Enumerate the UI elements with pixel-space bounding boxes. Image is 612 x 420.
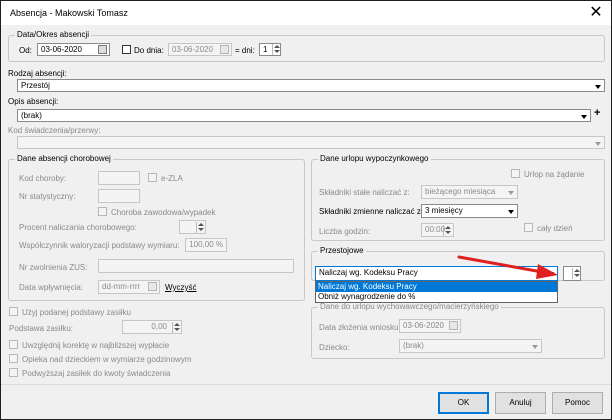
variable-components-label: Składniki zmienne naliczać z: <box>319 207 424 216</box>
request-date-label: Data złożenia wniosku: <box>319 323 401 332</box>
days-value: 1 <box>263 45 268 54</box>
base-amount-value: 0,00 <box>151 322 167 331</box>
indexation-value: 100,00 % <box>189 240 223 249</box>
from-date-value: 03-06-2020 <box>41 45 82 54</box>
fixed-components-select[interactable]: bieżącego miesiąca <box>421 185 518 199</box>
occupational-label: Choroba zawodowa/wypadek <box>111 208 216 217</box>
calendar-icon-disabled <box>220 45 229 54</box>
variable-components-value: 3 miesięcy <box>425 206 463 215</box>
description-label: Opis absencji: <box>8 97 59 106</box>
to-date-value: 03-06-2020 <box>172 45 213 54</box>
chevron-down-icon <box>581 115 587 119</box>
stat-number-label: Nr statystyczny: <box>19 192 76 201</box>
benefit-code-label: Kod świadczenia/przerwy: <box>8 126 101 135</box>
downtime-value: Naliczaj wg. Kodeksu Pracy <box>319 268 418 277</box>
childcare-group-label: Dane do urlopu wychowawczego/macierzyńsk… <box>318 302 501 311</box>
chevron-down-icon <box>532 345 538 349</box>
base-amount-label: Podstawa zasiłku: <box>9 324 74 333</box>
days-label: = dni: <box>235 46 255 55</box>
payment-date-label: Data wpływnięcia: <box>19 283 84 292</box>
cancel-button[interactable]: Anuluj <box>495 392 546 414</box>
disease-code-label: Kod choroby: <box>19 174 67 183</box>
sick-percent-spinner[interactable] <box>196 222 204 233</box>
on-demand-checkbox[interactable] <box>511 169 520 178</box>
chevron-down-icon <box>508 191 514 195</box>
base-amount-spinner[interactable] <box>172 322 180 333</box>
chevron-down-icon <box>595 85 601 89</box>
raise-allowance-checkbox[interactable] <box>9 368 18 377</box>
description-value: (brak) <box>21 111 42 120</box>
type-select[interactable]: Przestój <box>17 79 605 92</box>
zus-number-label: Nr zwolnienia ZUS: <box>19 263 88 272</box>
variable-components-select[interactable]: 3 miesięcy <box>421 204 518 218</box>
dropdown-option-labor-code[interactable]: Naliczaj wg. Kodeksu Pracy <box>316 282 557 292</box>
close-icon[interactable]: ✕ <box>586 3 606 23</box>
child-value: (brak) <box>403 341 424 350</box>
downtime-percent-spinner[interactable] <box>572 268 580 279</box>
window-title: Absencja - Makowski Tomasz <box>10 8 128 18</box>
to-date-label: Do dnia: <box>134 46 164 55</box>
help-button[interactable]: Pomoc <box>552 392 603 414</box>
sick-percent-label: Procent naliczania chorobowego: <box>19 223 137 232</box>
description-select[interactable]: (brak) <box>17 109 591 122</box>
use-base-label: Użyj podanej podstawy zasiłku <box>22 308 131 317</box>
on-demand-label: Urlop na żądanie <box>524 170 585 179</box>
hours-label: Liczba godzin: <box>319 227 371 236</box>
child-label: Dziecko: <box>319 343 350 352</box>
type-label: Rodzaj absencji: <box>8 69 67 78</box>
fixed-components-value: bieżącego miesiąca <box>425 187 496 196</box>
dropdown-option-reduce-percent[interactable]: Obniż wynagrodzenie do % <box>316 292 557 302</box>
calendar-icon-disabled <box>449 321 458 330</box>
red-arrow-annotation <box>457 255 558 279</box>
occupational-checkbox[interactable] <box>98 207 107 216</box>
ezla-label: e-ZLA <box>161 174 183 183</box>
type-value: Przestój <box>21 81 50 90</box>
correction-label: Uwzględnij korektę w najbliższej wypłaci… <box>22 341 170 350</box>
indexation-label: Współczynnik waloryzacji podstawy wymiar… <box>19 241 180 250</box>
full-day-label: cały dzień <box>537 224 573 233</box>
child-care-checkbox[interactable] <box>9 354 18 363</box>
chevron-down-icon <box>508 210 514 214</box>
from-label: Od: <box>19 46 32 55</box>
add-description-button[interactable]: + <box>594 107 600 119</box>
clear-date-link[interactable]: Wyczyść <box>165 283 196 292</box>
vacation-group-label: Dane urlopu wypoczynkowego <box>318 154 431 163</box>
sick-leave-group-label: Dane absencji chorobowej <box>15 154 113 163</box>
payment-date-value: dd-mm-rrrr <box>102 282 141 291</box>
raise-allowance-label: Podwyższaj zasiłek do kwoty świadczenia <box>22 369 171 378</box>
disease-code-input[interactable] <box>98 171 140 185</box>
ok-button[interactable]: OK <box>438 392 489 414</box>
request-date-value: 03-06-2020 <box>403 321 444 330</box>
period-group-label: Data/Okres absencji <box>15 30 92 39</box>
indexation-input[interactable]: 100,00 % <box>185 238 227 252</box>
calendar-icon-disabled <box>148 282 157 291</box>
calendar-icon[interactable] <box>98 45 107 54</box>
chevron-down-icon <box>595 142 601 146</box>
title-bar: Absencja - Makowski Tomasz ✕ <box>1 1 611 25</box>
days-spinner[interactable] <box>272 44 280 55</box>
to-date-checkbox[interactable] <box>122 45 131 54</box>
zus-number-input[interactable] <box>98 259 294 273</box>
child-select[interactable]: (brak) <box>399 339 542 353</box>
hours-spinner[interactable] <box>443 225 451 236</box>
child-care-label: Opieka nad dzieckiem w wymiarze godzinow… <box>22 355 192 364</box>
downtime-dropdown-list: Naliczaj wg. Kodeksu Pracy Obniż wynagro… <box>315 281 558 303</box>
downtime-group-label: Przestojowe <box>318 246 366 255</box>
use-base-checkbox[interactable] <box>9 307 18 316</box>
correction-checkbox[interactable] <box>9 340 18 349</box>
benefit-code-select[interactable] <box>17 136 605 149</box>
bottom-bar-divider <box>1 384 611 385</box>
absence-dialog: Absencja - Makowski Tomasz ✕ Data/Okres … <box>0 0 612 420</box>
full-day-checkbox[interactable] <box>524 223 533 232</box>
stat-number-input[interactable] <box>98 189 140 203</box>
fixed-components-label: Składniki stałe naliczać z: <box>319 188 410 197</box>
ezla-checkbox[interactable] <box>148 173 157 182</box>
